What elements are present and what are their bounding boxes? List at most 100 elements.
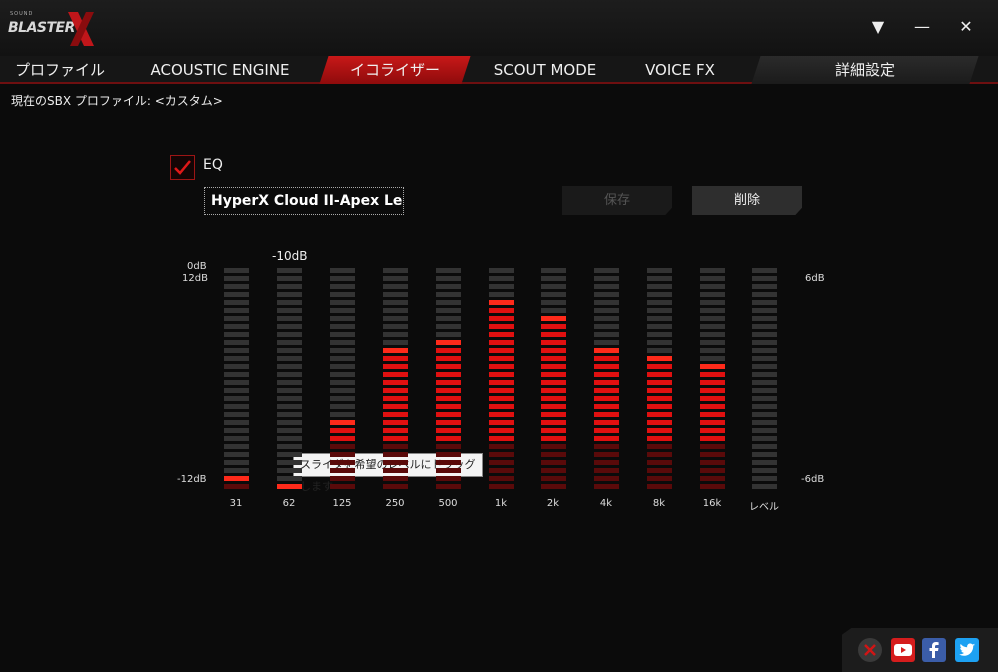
band-label-2k: 2k	[546, 498, 560, 509]
dropdown-icon[interactable]: ▼	[864, 14, 892, 40]
eq-segment	[383, 388, 408, 393]
eq-segment	[594, 284, 619, 289]
eq-segment	[330, 452, 355, 457]
tab-scout-mode[interactable]: SCOUT MODE	[480, 56, 610, 84]
eq-segment	[383, 404, 408, 409]
tab-voice-fx[interactable]: VOICE FX	[622, 56, 738, 84]
tab-acoustic-engine[interactable]: ACOUSTIC ENGINE	[130, 56, 310, 84]
eq-segment	[489, 484, 514, 489]
eq-slider-31[interactable]	[224, 268, 249, 491]
logo-small-text: SOUND	[10, 11, 34, 17]
eq-segment	[383, 396, 408, 401]
eq-segment	[647, 292, 672, 297]
eq-segment	[224, 468, 249, 473]
eq-segment	[224, 364, 249, 369]
eq-segment	[752, 300, 777, 305]
eq-segment	[277, 308, 302, 313]
eq-segment	[224, 420, 249, 425]
preset-name-input[interactable]: HyperX Cloud II-Apex Legends	[204, 187, 404, 215]
eq-slider-125[interactable]	[330, 268, 355, 491]
save-button[interactable]: 保存	[562, 186, 672, 215]
left-scale-top-b: 12dB	[182, 273, 208, 284]
eq-slider-2k[interactable]	[541, 268, 566, 491]
tab-advanced-settings[interactable]: 詳細設定	[751, 56, 979, 84]
checkmark-icon	[174, 160, 191, 175]
eq-segment	[330, 292, 355, 297]
eq-segment	[277, 444, 302, 449]
eq-slider-250[interactable]	[383, 268, 408, 491]
eq-segment	[752, 380, 777, 385]
eq-segment	[647, 388, 672, 393]
eq-segment	[224, 428, 249, 433]
eq-segment	[647, 308, 672, 313]
minimize-button[interactable]: —	[908, 14, 936, 40]
eq-segment	[541, 292, 566, 297]
eq-segment	[277, 276, 302, 281]
eq-slider-500[interactable]	[436, 268, 461, 491]
eq-slider-62[interactable]	[277, 268, 302, 491]
eq-segment	[594, 468, 619, 473]
eq-segment	[436, 420, 461, 425]
eq-segment	[752, 364, 777, 369]
eq-segment	[277, 404, 302, 409]
twitter-icon[interactable]	[955, 638, 979, 662]
eq-segment	[436, 404, 461, 409]
eq-segment	[277, 428, 302, 433]
eq-segment	[700, 484, 725, 489]
eq-slider-8k[interactable]	[647, 268, 672, 491]
eq-segment	[647, 396, 672, 401]
eq-segment	[489, 300, 514, 305]
delete-button[interactable]: 削除	[692, 186, 802, 215]
eq-segment	[752, 428, 777, 433]
facebook-icon[interactable]	[922, 638, 946, 662]
eq-segment	[647, 284, 672, 289]
close-circle-icon[interactable]	[858, 638, 882, 662]
tab-equalizer[interactable]: イコライザー	[319, 56, 471, 84]
eq-segment	[700, 316, 725, 321]
eq-segment	[383, 308, 408, 313]
eq-segment	[330, 348, 355, 353]
eq-segment	[541, 332, 566, 337]
eq-segment	[594, 276, 619, 281]
eq-segment	[647, 412, 672, 417]
eq-slider-4k[interactable]	[594, 268, 619, 491]
eq-segment	[700, 388, 725, 393]
eq-segment	[647, 380, 672, 385]
eq-segment	[224, 316, 249, 321]
eq-segment	[436, 396, 461, 401]
eq-segment	[541, 308, 566, 313]
youtube-icon[interactable]	[891, 638, 915, 662]
eq-segment	[594, 452, 619, 457]
eq-segment	[752, 332, 777, 337]
eq-checkbox[interactable]	[170, 155, 195, 180]
close-button[interactable]: ✕	[952, 14, 980, 40]
eq-segment	[383, 420, 408, 425]
eq-segment	[541, 420, 566, 425]
sound-blaster-logo: SOUND BLASTER	[8, 10, 98, 48]
eq-segment	[541, 396, 566, 401]
eq-segment	[541, 436, 566, 441]
level-meter	[752, 268, 777, 491]
band-label-250: 250	[385, 498, 405, 509]
eq-segment	[541, 468, 566, 473]
eq-segment	[224, 388, 249, 393]
eq-segment	[489, 348, 514, 353]
eq-segment	[436, 364, 461, 369]
eq-slider-1k[interactable]	[489, 268, 514, 491]
eq-segment	[330, 412, 355, 417]
eq-slider-16k[interactable]	[700, 268, 725, 491]
eq-segment	[383, 300, 408, 305]
eq-segment	[541, 300, 566, 305]
eq-segment	[700, 436, 725, 441]
eq-segment	[647, 460, 672, 465]
eq-segment	[330, 308, 355, 313]
eq-segment	[224, 276, 249, 281]
eq-segment	[489, 428, 514, 433]
band-label-8k: 8k	[652, 498, 666, 509]
eq-segment	[277, 452, 302, 457]
tab-profile[interactable]: プロファイル	[0, 56, 120, 84]
eq-segment	[594, 380, 619, 385]
eq-segment	[224, 324, 249, 329]
eq-segment	[700, 276, 725, 281]
eq-segment	[647, 420, 672, 425]
